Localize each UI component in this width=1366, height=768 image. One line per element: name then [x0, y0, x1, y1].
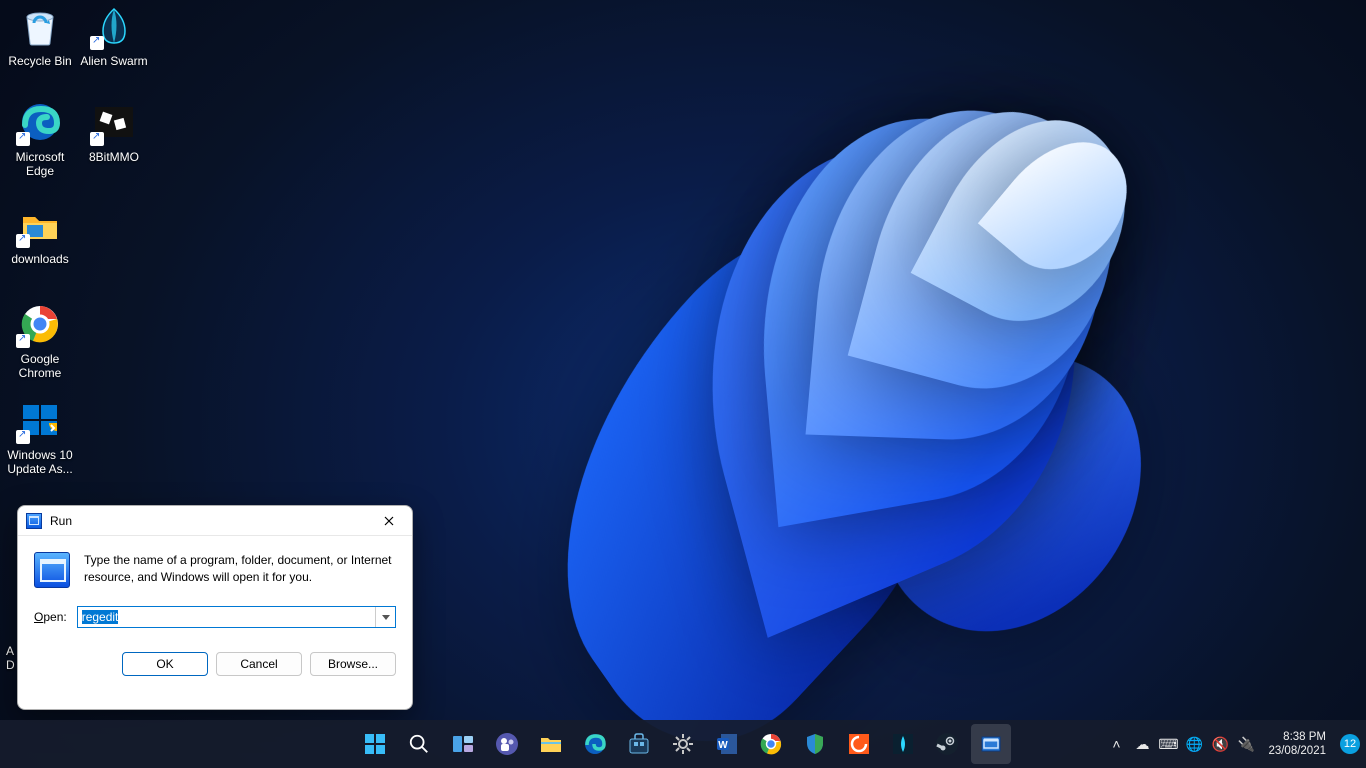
- clock-date: 23/08/2021: [1268, 744, 1326, 758]
- taskbar-app-orange[interactable]: [839, 724, 879, 764]
- settings-icon: [671, 732, 695, 756]
- app-orange-icon: [847, 732, 871, 756]
- shortcut-arrow-icon: [16, 334, 30, 348]
- downloads-icon: [16, 200, 64, 248]
- desktop-icon-label: Recycle Bin: [2, 54, 78, 68]
- taskbar-word[interactable]: W: [707, 724, 747, 764]
- chrome-icon: [759, 732, 783, 756]
- desktop-icon-label: Microsoft Edge: [2, 150, 78, 178]
- notifications-badge[interactable]: 12: [1340, 734, 1360, 754]
- word-icon: W: [715, 732, 739, 756]
- taskbar-app-flame[interactable]: [883, 724, 923, 764]
- shortcut-arrow-icon: [16, 132, 30, 146]
- taskbar-store[interactable]: [619, 724, 659, 764]
- ok-button[interactable]: OK: [122, 652, 208, 676]
- tray-power-icon[interactable]: 🔌: [1234, 724, 1258, 764]
- run-program-icon: [34, 552, 70, 588]
- microsoft-edge-icon: [16, 98, 64, 146]
- run-dialog: Run Type the name of a program, folder, …: [17, 505, 413, 710]
- tray-volume-icon[interactable]: 🔇: [1208, 724, 1232, 764]
- close-button[interactable]: [366, 506, 412, 536]
- taskbar-task-view[interactable]: [443, 724, 483, 764]
- tray-network-icon[interactable]: 🌐: [1182, 724, 1206, 764]
- desktop-icon-label: 8BitMMO: [76, 150, 152, 164]
- taskbar-settings[interactable]: [663, 724, 703, 764]
- run-description: Type the name of a program, folder, docu…: [84, 552, 396, 588]
- desktop-icon-downloads[interactable]: downloads: [2, 200, 78, 266]
- shortcut-arrow-icon: [90, 36, 104, 50]
- desktop-icon-microsoft-edge[interactable]: Microsoft Edge: [2, 98, 78, 178]
- file-explorer-icon: [539, 732, 563, 756]
- desktop-icon-8bitmmo[interactable]: 8BitMMO: [76, 98, 152, 164]
- defender-icon: [803, 732, 827, 756]
- desktop-icon-label: Alien Swarm: [76, 54, 152, 68]
- taskbar-file-explorer[interactable]: [531, 724, 571, 764]
- desktop-icon-label: Google Chrome: [2, 352, 78, 380]
- tray-keyboard-icon[interactable]: ⌨: [1156, 724, 1180, 764]
- cancel-button[interactable]: Cancel: [216, 652, 302, 676]
- run-titlebar[interactable]: Run: [18, 506, 412, 536]
- recycle-bin-icon: [16, 2, 64, 50]
- svg-text:W: W: [718, 740, 728, 751]
- win10-update-assistant-icon: [16, 396, 64, 444]
- store-icon: [627, 732, 651, 756]
- desktop-icon-win10-update-assistant[interactable]: Windows 10 Update As...: [2, 396, 78, 476]
- taskbar: W ˄ ☁ ⌨ 🌐 🔇 🔌 8:38 PM 23/08/2021 12: [0, 720, 1366, 768]
- desktop-icon-google-chrome[interactable]: Google Chrome: [2, 300, 78, 380]
- run-icon: [26, 513, 42, 529]
- tray-onedrive-icon[interactable]: ☁: [1130, 724, 1154, 764]
- taskbar-clock[interactable]: 8:38 PM 23/08/2021: [1260, 730, 1334, 758]
- edge-icon: [583, 732, 607, 756]
- search-icon: [407, 732, 431, 756]
- shortcut-arrow-icon: [16, 234, 30, 248]
- taskbar-teams[interactable]: [487, 724, 527, 764]
- steam-icon: [935, 732, 959, 756]
- taskbar-steam[interactable]: [927, 724, 967, 764]
- start-icon: [363, 732, 387, 756]
- desktop-icon-recycle-bin[interactable]: Recycle Bin: [2, 2, 78, 68]
- taskbar-defender[interactable]: [795, 724, 835, 764]
- chevron-down-icon: [382, 615, 390, 620]
- open-dropdown-button[interactable]: [375, 607, 395, 627]
- close-icon: [384, 516, 394, 526]
- alien-swarm-icon: [90, 2, 138, 50]
- wallpaper-bloom: [260, 0, 1366, 720]
- app-flame-icon: [891, 732, 915, 756]
- google-chrome-icon: [16, 300, 64, 348]
- desktop-icon-label: downloads: [2, 252, 78, 266]
- run-app-icon: [979, 732, 1003, 756]
- tray-chevron-up-icon[interactable]: ˄: [1104, 724, 1128, 764]
- teams-icon: [495, 732, 519, 756]
- taskbar-edge[interactable]: [575, 724, 615, 764]
- shortcut-arrow-icon: [16, 430, 30, 444]
- desktop-icon-alien-swarm[interactable]: Alien Swarm: [76, 2, 152, 68]
- desktop-icon-label: Windows 10 Update As...: [2, 448, 78, 476]
- task-view-icon: [451, 732, 475, 756]
- run-title-text: Run: [50, 514, 72, 528]
- browse-button[interactable]: Browse...: [310, 652, 396, 676]
- clock-time: 8:38 PM: [1268, 730, 1326, 744]
- taskbar-start[interactable]: [355, 724, 395, 764]
- obscured-icon-fragment: A D: [6, 644, 16, 672]
- shortcut-arrow-icon: [90, 132, 104, 146]
- taskbar-search[interactable]: [399, 724, 439, 764]
- 8bitmmo-icon: [90, 98, 138, 146]
- open-label: Open:: [34, 610, 67, 624]
- taskbar-run-app[interactable]: [971, 724, 1011, 764]
- open-input[interactable]: [77, 606, 396, 628]
- taskbar-chrome[interactable]: [751, 724, 791, 764]
